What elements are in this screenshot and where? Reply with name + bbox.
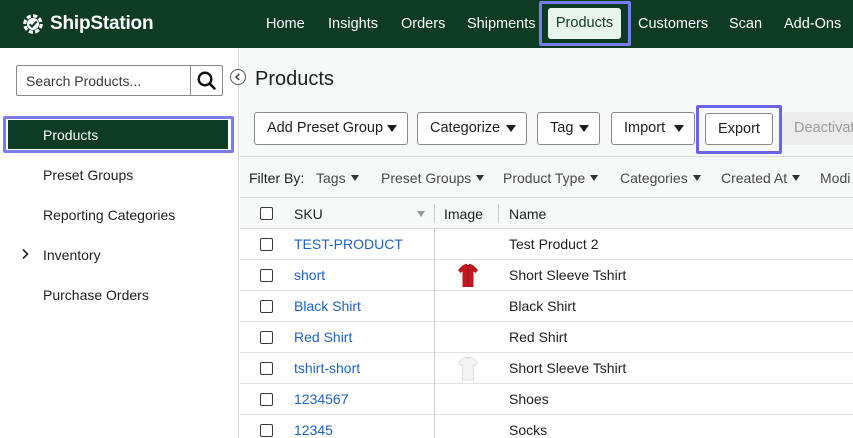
- search-button[interactable]: [190, 65, 223, 96]
- filter-product-type[interactable]: Product Type: [503, 170, 599, 186]
- main-content: Products Add Preset Group Categorize Tag…: [240, 48, 853, 438]
- caret-down-icon: [476, 175, 485, 181]
- caret-down-icon: [792, 175, 801, 181]
- col-sku[interactable]: SKU: [294, 206, 323, 222]
- import-label: Import: [624, 120, 666, 136]
- sidebar-item-inventory[interactable]: Inventory: [43, 247, 101, 263]
- white-tshirt-image: [457, 356, 479, 381]
- row-checkbox[interactable]: [260, 362, 273, 375]
- row-name: Red Shirt: [509, 329, 568, 345]
- nav-orders[interactable]: Orders: [401, 0, 445, 48]
- tag-button[interactable]: Tag: [537, 112, 600, 145]
- nav-customers[interactable]: Customers: [638, 0, 708, 48]
- import-button[interactable]: Import: [611, 112, 695, 145]
- row-name: Socks: [509, 422, 548, 438]
- row-sku-link[interactable]: 1234567: [294, 391, 349, 407]
- filter-label: Filter By:: [249, 170, 305, 186]
- row-name: Short Sleeve Tshirt: [509, 360, 627, 376]
- image-column-divider: [434, 229, 435, 438]
- filter-categories-label: Categories: [620, 170, 688, 186]
- sidebar-item-products-label: Products: [43, 127, 99, 143]
- row-sku-link[interactable]: TEST-PRODUCT: [294, 236, 403, 252]
- sidebar: Products Preset Groups Reporting Categor…: [0, 48, 239, 438]
- nav-scan[interactable]: Scan: [729, 0, 762, 48]
- filter-created-at-label: Created At: [721, 170, 788, 186]
- column-divider: [498, 204, 499, 223]
- categorize-button[interactable]: Categorize: [417, 112, 527, 145]
- top-nav: ShipStation Home Insights Orders Shipmen…: [0, 0, 853, 48]
- row-checkbox[interactable]: [260, 238, 273, 251]
- row-name: Black Shirt: [509, 298, 576, 314]
- chevron-right-icon[interactable]: [19, 248, 31, 260]
- row-sku-link[interactable]: tshirt-short: [294, 360, 360, 376]
- caret-down-icon: [590, 175, 599, 181]
- sidebar-item-products[interactable]: [8, 120, 228, 149]
- table-row[interactable]: 1234567 Shoes: [240, 384, 853, 415]
- deactivate-button[interactable]: Deactivat: [782, 112, 853, 145]
- red-tshirt-image: [458, 263, 478, 287]
- nav-add-ons[interactable]: Add-Ons: [784, 0, 841, 48]
- table-header: SKU Image Name: [240, 198, 853, 229]
- filter-preset-groups[interactable]: Preset Groups: [381, 170, 485, 186]
- col-name[interactable]: Name: [509, 206, 546, 222]
- column-divider: [434, 204, 435, 223]
- row-checkbox[interactable]: [260, 424, 273, 437]
- filter-preset-groups-label: Preset Groups: [381, 170, 472, 186]
- nav-home[interactable]: Home: [266, 0, 305, 48]
- page-title: Products: [255, 68, 334, 90]
- row-checkbox[interactable]: [260, 269, 273, 282]
- caret-down-icon: [350, 175, 359, 181]
- caret-down-icon: [506, 125, 516, 132]
- filter-categories[interactable]: Categories: [620, 170, 701, 186]
- row-checkbox[interactable]: [260, 393, 273, 406]
- row-sku-link[interactable]: 12345: [294, 422, 333, 438]
- logo[interactable]: ShipStation: [22, 12, 154, 36]
- row-name: Short Sleeve Tshirt: [509, 267, 627, 283]
- products-table: SKU Image Name TEST-PRODUCT Test Product…: [240, 198, 853, 438]
- add-preset-group-button[interactable]: Add Preset Group: [254, 112, 408, 145]
- brand-name: ShipStation: [50, 13, 154, 34]
- filter-created-at[interactable]: Created At: [721, 170, 801, 186]
- filter-tags-label: Tags: [316, 170, 346, 186]
- filter-product-type-label: Product Type: [503, 170, 586, 186]
- search-icon: [197, 71, 216, 90]
- table-row[interactable]: TEST-PRODUCT Test Product 2: [240, 229, 853, 260]
- table-row[interactable]: short Short Sleeve Tshirt: [240, 260, 853, 291]
- collapse-sidebar-button[interactable]: [230, 69, 246, 85]
- row-name: Test Product 2: [509, 236, 599, 252]
- table-row[interactable]: Red Shirt Red Shirt: [240, 322, 853, 353]
- search-products-input[interactable]: [16, 65, 191, 96]
- row-sku-link[interactable]: short: [294, 267, 325, 283]
- sidebar-item-preset-groups[interactable]: Preset Groups: [43, 167, 133, 183]
- caret-down-icon: [674, 125, 684, 132]
- nav-insights[interactable]: Insights: [328, 0, 378, 48]
- filter-modified[interactable]: Modi: [820, 170, 850, 186]
- sort-caret-icon[interactable]: [417, 211, 425, 217]
- row-checkbox[interactable]: [260, 300, 273, 313]
- categorize-label: Categorize: [430, 120, 501, 136]
- nav-shipments[interactable]: Shipments: [467, 0, 536, 48]
- caret-down-icon: [387, 125, 397, 132]
- table-row[interactable]: 12345 Socks: [240, 415, 853, 438]
- shipstation-gear-icon: [23, 14, 43, 34]
- caret-down-icon: [579, 125, 589, 132]
- table-row[interactable]: Black Shirt Black Shirt: [240, 291, 853, 322]
- export-button[interactable]: Export: [705, 113, 773, 145]
- add-preset-group-label: Add Preset Group: [267, 120, 384, 136]
- filter-bar: Filter By: Tags Preset Groups Product Ty…: [240, 156, 853, 198]
- row-checkbox[interactable]: [260, 331, 273, 344]
- col-image[interactable]: Image: [444, 206, 483, 222]
- sidebar-item-reporting-categories[interactable]: Reporting Categories: [43, 207, 175, 223]
- filter-tags[interactable]: Tags: [316, 170, 359, 186]
- select-all-checkbox[interactable]: [260, 207, 273, 220]
- caret-down-icon: [692, 175, 701, 181]
- row-sku-link[interactable]: Black Shirt: [294, 298, 361, 314]
- table-row[interactable]: tshirt-short Short Sleeve Tshirt: [240, 353, 853, 384]
- sidebar-item-purchase-orders[interactable]: Purchase Orders: [43, 287, 149, 303]
- tag-label: Tag: [550, 120, 574, 136]
- row-name: Shoes: [509, 391, 549, 407]
- nav-products[interactable]: Products: [548, 8, 621, 39]
- chevron-left-icon: [234, 73, 240, 81]
- row-sku-link[interactable]: Red Shirt: [294, 329, 352, 345]
